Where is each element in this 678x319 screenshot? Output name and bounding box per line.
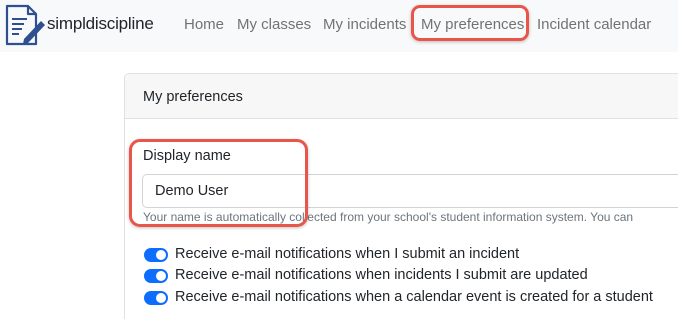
nav-home[interactable]: Home bbox=[184, 16, 224, 33]
document-pencil-icon[interactable] bbox=[2, 3, 46, 47]
nav-incident-calendar[interactable]: Incident calendar bbox=[537, 16, 651, 33]
nav-my-incidents[interactable]: My incidents bbox=[323, 16, 406, 33]
switch-label-updated: Receive e-mail notifications when incide… bbox=[175, 267, 588, 283]
display-name-highlight bbox=[129, 139, 308, 227]
nav-active-highlight bbox=[411, 5, 529, 41]
card-title: My preferences bbox=[143, 89, 243, 105]
toggle-switch-submit[interactable] bbox=[144, 248, 168, 262]
switch-label-calendar: Receive e-mail notifications when a cale… bbox=[175, 289, 653, 305]
navbar: simpldiscipline Home My classes My incid… bbox=[0, 0, 678, 52]
switch-label-submit: Receive e-mail notifications when I subm… bbox=[175, 246, 520, 262]
brand-name[interactable]: simpldiscipline bbox=[47, 14, 154, 34]
toggle-switch-calendar[interactable] bbox=[144, 291, 168, 305]
card-header: My preferences bbox=[125, 74, 678, 119]
nav-my-classes[interactable]: My classes bbox=[237, 16, 311, 33]
toggle-switch-updated[interactable] bbox=[144, 269, 168, 283]
